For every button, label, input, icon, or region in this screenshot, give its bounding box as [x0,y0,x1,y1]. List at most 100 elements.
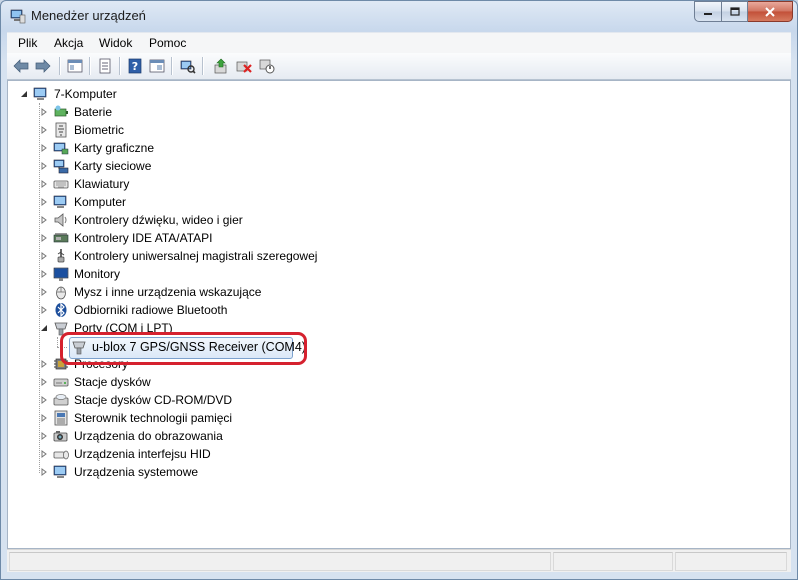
tree-item-label: Kontrolery IDE ATA/ATAPI [74,231,213,245]
uninstall-icon [236,61,252,73]
keyboard-icon [53,180,69,189]
tree-item-urzadzenia-hid[interactable]: Urządzenia interfejsu HID [8,445,428,463]
back-icon [13,59,29,73]
close-button[interactable] [748,1,793,22]
status-pane-main [9,552,551,571]
device-tree-panel[interactable]: 7-Komputer Baterie Biometric Karty graficz… [7,80,791,549]
speaker-icon [54,213,67,227]
help-button[interactable]: ? [126,57,144,75]
menu-plik[interactable]: Plik [18,36,37,50]
menu-pomoc[interactable]: Pomoc [149,36,186,50]
expand-arrow-icon[interactable] [40,432,48,440]
system-device-icon [53,465,67,478]
expand-arrow-icon[interactable] [40,216,48,224]
tree-item-label: Baterie [74,105,113,119]
status-bar [7,549,791,572]
tree-item-klawiatury[interactable]: Klawiatury [8,175,428,193]
disk-drive-icon [53,378,69,387]
scan-hardware-icon [180,60,196,74]
title-bar[interactable]: Menedżer urządzeń [1,1,797,31]
expand-arrow-icon[interactable] [40,162,48,170]
expand-arrow-icon[interactable] [40,450,48,458]
device-manager-icon [10,9,26,24]
properties-icon [99,58,111,74]
expand-arrow-icon[interactable] [40,180,48,188]
tree-item-label: Urządzenia do obrazowania [74,429,223,443]
tree-item-label: Urządzenia interfejsu HID [74,447,211,461]
tree-item-karty-sieciowe[interactable]: Karty sieciowe [8,157,428,175]
forward-icon [35,59,51,73]
menu-akcja[interactable]: Akcja [54,36,83,50]
tree-item-label: Stacje dysków [74,375,151,389]
expand-arrow-icon[interactable] [40,288,48,296]
tree-item-biometric[interactable]: Biometric [8,121,428,139]
properties-button[interactable] [96,57,114,75]
tree-item-mysz[interactable]: Mysz i inne urządzenia wskazujące [8,283,428,301]
expand-arrow-icon[interactable] [40,126,48,134]
tree-item-bluetooth[interactable]: Odbiorniki radiowe Bluetooth [8,301,428,319]
tree-item-urzadzenia-systemowe[interactable]: Urządzenia systemowe [8,463,428,481]
tree-item-label: Stacje dysków CD-ROM/DVD [74,393,233,407]
uninstall-button[interactable] [235,57,253,75]
tree-item-kontrolery-ide[interactable]: Kontrolery IDE ATA/ATAPI [8,229,428,247]
tree-item-stacje-cdrom[interactable]: Stacje dysków CD-ROM/DVD [8,391,428,409]
cd-drive-icon [53,394,69,406]
minimize-icon [704,12,712,15]
show-hide-console-tree-button[interactable] [66,57,84,75]
forward-button[interactable] [34,57,52,75]
expand-arrow-icon[interactable] [40,414,48,422]
fingerprint-icon [55,122,67,138]
bluetooth-icon [55,302,67,318]
expand-arrow-icon[interactable] [40,468,48,476]
collapse-arrow-icon[interactable] [20,90,28,98]
minimize-button[interactable] [694,1,722,22]
update-driver-button[interactable] [212,57,230,75]
menu-bar: Plik Akcja Widok Pomoc [7,32,791,53]
console-view-icon [149,59,165,73]
expand-arrow-icon[interactable] [40,378,48,386]
tree-item-baterie[interactable]: Baterie [8,103,428,121]
status-pane-2 [553,552,673,571]
expand-arrow-icon[interactable] [40,396,48,404]
tree-item-urzadzenia-obrazowania[interactable]: Urządzenia do obrazowania [8,427,428,445]
highlight-annotation [60,332,307,365]
expand-arrow-icon[interactable] [40,360,48,368]
tree-item-label: Sterownik technologii pamięci [74,411,233,425]
tree-item-label: Komputer [74,195,127,209]
close-icon [765,6,775,17]
tree-item-kontrolery-dzwieku[interactable]: Kontrolery dźwięku, wideo i gier [8,211,428,229]
expand-arrow-icon[interactable] [40,270,48,278]
disable-button[interactable] [258,57,276,75]
scan-hardware-button[interactable] [179,57,197,75]
expand-arrow-icon[interactable] [40,108,48,116]
tree-item-label: Odbiorniki radiowe Bluetooth [74,303,228,317]
expand-arrow-icon[interactable] [40,252,48,260]
mouse-icon [56,286,66,300]
monitor-icon [53,267,69,281]
collapse-arrow-icon[interactable] [40,324,48,332]
expand-arrow-icon[interactable] [40,306,48,314]
maximize-button[interactable] [722,1,748,22]
tree-item-label: Kontrolery dźwięku, wideo i gier [74,213,243,227]
help-icon: ? [128,58,142,74]
console-view-button[interactable] [148,57,166,75]
tree-item-karty-graficzne[interactable]: Karty graficzne [8,139,428,157]
tree-item-label: Karty graficzne [74,141,155,155]
computer-icon [53,195,67,208]
expand-arrow-icon[interactable] [40,234,48,242]
menu-widok[interactable]: Widok [99,36,132,50]
status-pane-3 [675,552,787,571]
tree-item-komputer[interactable]: Komputer [8,193,428,211]
expand-arrow-icon[interactable] [40,198,48,206]
tree-item-label: Urządzenia systemowe [74,465,199,479]
tree-root[interactable]: 7-Komputer [8,85,428,103]
tree-item-label: Monitory [74,267,121,281]
expand-arrow-icon[interactable] [40,144,48,152]
tree-item-sterownik-pamieci[interactable]: Sterownik technologii pamięci [8,409,428,427]
back-button[interactable] [12,57,30,75]
tree-item-stacje-dyskow[interactable]: Stacje dysków [8,373,428,391]
tree-item-kontrolery-usb[interactable]: Kontrolery uniwersalnej magistrali szere… [8,247,428,265]
tree-item-monitory[interactable]: Monitory [8,265,428,283]
hid-icon [53,450,69,460]
battery-icon [54,105,68,117]
